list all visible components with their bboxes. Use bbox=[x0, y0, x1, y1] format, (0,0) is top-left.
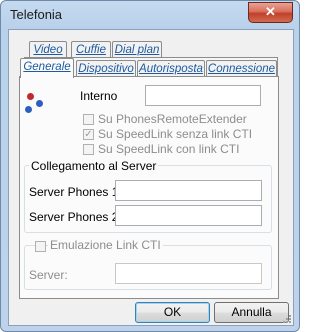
tab-connessione-label: Connessione bbox=[207, 63, 276, 75]
tab-video-label: Video bbox=[33, 44, 63, 56]
tab-generale-label: Generale bbox=[23, 61, 71, 73]
tab-cuffie-label: Cuffie bbox=[75, 44, 107, 56]
resize-grip-icon[interactable] bbox=[281, 313, 291, 323]
server-phones-1-input[interactable] bbox=[115, 180, 262, 201]
cti-emulation-label: Emulazione Link CTI bbox=[48, 238, 163, 252]
tab-generale[interactable]: Generale bbox=[20, 58, 74, 78]
tab-autorisposta-label: Autorisposta bbox=[139, 63, 203, 75]
dialog-client-area: Video Cuffie Dial plan Generale Disposit… bbox=[8, 29, 294, 326]
logo-dot-blue-2 bbox=[25, 106, 32, 113]
close-button[interactable]: ✕ bbox=[248, 2, 293, 23]
tab-video[interactable]: Video bbox=[29, 41, 67, 58]
phone-app-icon bbox=[25, 93, 47, 115]
tab-autorisposta[interactable]: Autorisposta bbox=[137, 60, 205, 77]
interno-input[interactable] bbox=[145, 85, 261, 106]
option-speedlink-con-cti-label: Su SpeedLink con link CTI bbox=[98, 142, 240, 156]
server-phones-2-label: Server Phones 2: bbox=[29, 210, 122, 224]
tab-dispositivo[interactable]: Dispositivo bbox=[76, 60, 136, 77]
tab-panel-generale: Interno Su PhonesRemoteExtender ✓ Su Spe… bbox=[19, 76, 279, 299]
dialog-window: Telefonia ✕ Video Cuffie Dial plan Gener… bbox=[0, 0, 300, 332]
server-phones-2-input[interactable] bbox=[115, 205, 262, 226]
interno-label: Interno bbox=[80, 89, 118, 103]
logo-dot-blue bbox=[36, 100, 43, 107]
option-speedlink-senza-cti-label: Su SpeedLink senza link CTI bbox=[98, 127, 253, 141]
option-phones-remote-extender-label: Su PhonesRemoteExtender bbox=[98, 112, 247, 126]
window-title: Telefonia bbox=[10, 7, 63, 22]
server-connection-group-title: Collegamento al Server bbox=[29, 159, 159, 173]
tab-cuffie[interactable]: Cuffie bbox=[71, 41, 111, 58]
option-speedlink-senza-cti-checkbox[interactable]: ✓ bbox=[83, 129, 94, 140]
tab-dial-plan-label: Dial plan bbox=[114, 44, 160, 56]
cancel-button[interactable]: Annulla bbox=[214, 302, 289, 323]
option-phones-remote-extender-checkbox[interactable] bbox=[83, 114, 94, 125]
tab-dispositivo-label: Dispositivo bbox=[78, 63, 134, 75]
tab-connessione[interactable]: Connessione bbox=[206, 60, 277, 77]
cti-server-label: Server: bbox=[29, 268, 68, 282]
ok-button[interactable]: OK bbox=[135, 302, 210, 323]
logo-dot-red bbox=[27, 93, 34, 100]
option-speedlink-con-cti-checkbox[interactable] bbox=[83, 144, 94, 155]
cti-server-input[interactable] bbox=[115, 263, 262, 284]
title-bar[interactable]: Telefonia ✕ bbox=[1, 1, 299, 29]
server-phones-1-label: Server Phones 1: bbox=[29, 185, 122, 199]
cti-emulation-checkbox[interactable] bbox=[35, 241, 46, 252]
tab-dial-plan[interactable]: Dial plan bbox=[112, 41, 162, 58]
